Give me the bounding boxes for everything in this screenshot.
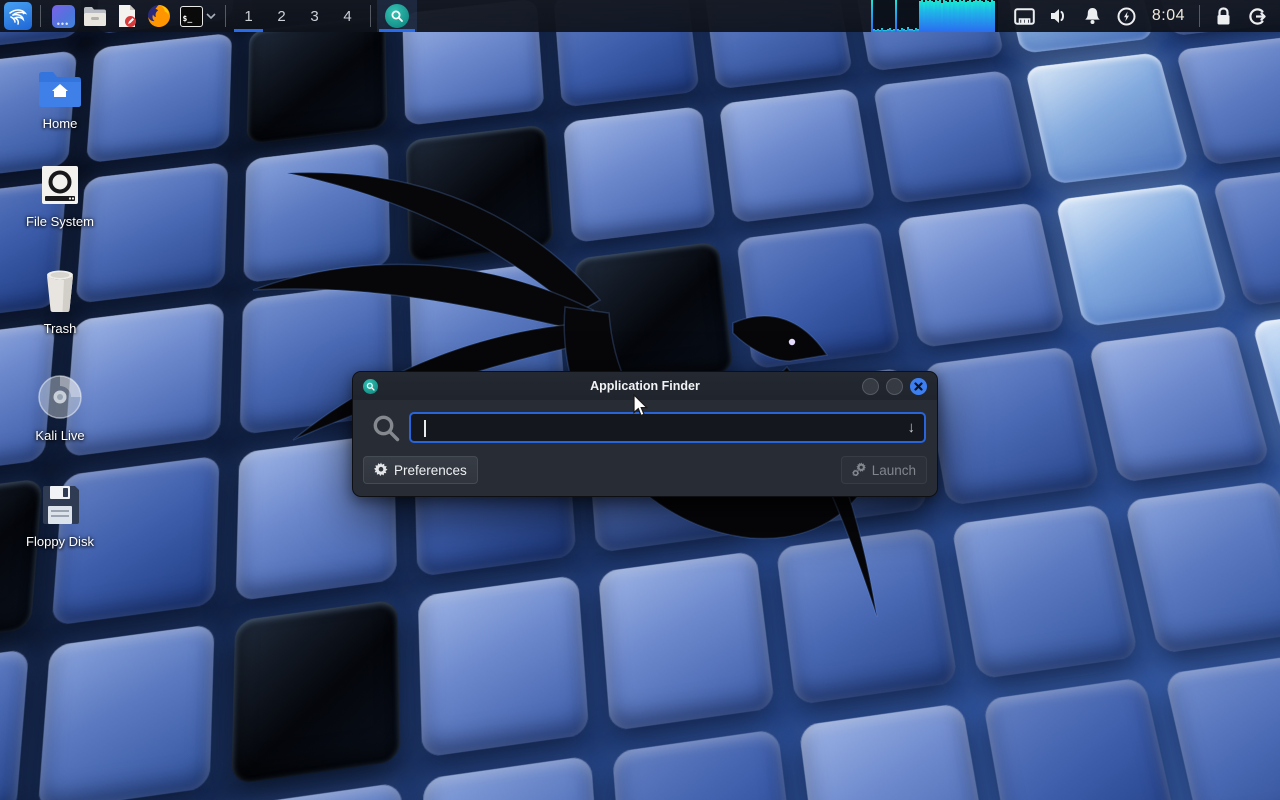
desktop-icon-label: Floppy Disk [26, 534, 94, 549]
wallpaper-cube [1175, 34, 1280, 166]
cpu-graph[interactable] [870, 0, 998, 32]
app-finder-icon [385, 4, 409, 28]
wallpaper-cube [1163, 651, 1280, 800]
wallpaper-cube [951, 503, 1139, 680]
taskbar-app-finder[interactable] [377, 0, 417, 32]
launch-gears-icon [851, 462, 866, 478]
wallpaper-cube [611, 728, 799, 800]
dropdown-arrow-icon[interactable]: ↓ [908, 419, 925, 436]
folder-icon [84, 7, 106, 26]
gear-icon [374, 462, 388, 478]
preferences-button[interactable]: Preferences [363, 456, 478, 484]
launch-label: Launch [871, 462, 916, 478]
volume-icon[interactable] [1042, 0, 1076, 32]
kali-dragon-icon [4, 2, 32, 30]
floppy-icon [12, 476, 108, 526]
wallpaper-cube [422, 755, 604, 800]
wallpaper-cube [37, 623, 215, 800]
application-finder-window: Application Finder ↓ Preferences Launch [352, 371, 938, 497]
trash-icon [12, 263, 108, 313]
desktop-icon-label: Home [42, 116, 78, 131]
minimize-button[interactable] [862, 377, 879, 395]
launcher-xfdashboard[interactable]: ••• [47, 0, 79, 32]
workspace-3[interactable]: 3 [298, 0, 331, 32]
panel-separator [40, 5, 41, 27]
launcher-firefox[interactable] [143, 0, 175, 32]
terminal-dropdown-chevron[interactable] [203, 0, 219, 32]
workspace-1[interactable]: 1 [232, 0, 265, 32]
panel-separator [1199, 5, 1200, 27]
wallpaper-cube [798, 702, 992, 800]
desktop-icon-label: File System [26, 214, 94, 229]
close-button[interactable] [910, 377, 927, 395]
mouse-cursor [633, 394, 648, 417]
firefox-icon [148, 5, 170, 27]
workspace-4-label: 4 [343, 7, 352, 25]
desktop-icon-label: Kali Live [35, 428, 85, 443]
terminal-icon: $_ [179, 5, 203, 27]
top-panel: ••• $_ 1 2 3 4 8:04 [0, 0, 1280, 32]
panel-separator [225, 5, 226, 27]
wallpaper-cube [1088, 325, 1271, 483]
search-icon [363, 413, 409, 443]
kali-menu-button[interactable] [2, 0, 34, 32]
desktop-icon-floppy-disk[interactable]: Floppy Disk [12, 476, 108, 549]
ethernet-icon[interactable] [1008, 0, 1042, 32]
disc-icon [12, 370, 108, 420]
wallpaper-cube [0, 648, 30, 800]
wallpaper-cube [1055, 182, 1229, 327]
desktop-root: ••• $_ 1 2 3 4 8:04 Home File System Tra… [0, 0, 1280, 800]
wallpaper-cube [226, 782, 406, 800]
panel-separator [370, 5, 371, 27]
desktop-icon-trash[interactable]: Trash [12, 263, 108, 336]
desktop-icon-label: Trash [43, 321, 77, 336]
power-manager-icon[interactable] [1110, 0, 1144, 32]
launch-button[interactable]: Launch [840, 456, 927, 484]
workspace-4[interactable]: 4 [331, 0, 364, 32]
wallpaper-cube [922, 346, 1101, 506]
wallpaper-cube [1024, 52, 1190, 185]
preferences-label: Preferences [394, 462, 467, 478]
workspace-3-label: 3 [310, 7, 319, 25]
desktop-icon-file-system[interactable]: File System [12, 156, 108, 229]
close-icon [914, 381, 923, 391]
desktop-icon-home[interactable]: Home [12, 58, 108, 131]
system-tray: 8:04 [998, 0, 1280, 32]
dragon-eye [788, 338, 796, 346]
desktop-icon-kali-live[interactable]: Kali Live [12, 370, 108, 443]
workspace-1-label: 1 [244, 7, 253, 25]
workspace-2[interactable]: 2 [265, 0, 298, 32]
maximize-button[interactable] [886, 377, 903, 395]
window-title: Application Finder [590, 379, 700, 393]
wallpaper-cube [1124, 480, 1280, 654]
launcher-text-editor[interactable] [111, 0, 143, 32]
search-input[interactable]: ↓ [409, 412, 926, 443]
document-edit-icon [119, 5, 136, 27]
drive-icon [12, 156, 108, 206]
launcher-file-manager[interactable] [79, 0, 111, 32]
lock-screen-icon[interactable] [1206, 0, 1240, 32]
log-out-icon[interactable] [1240, 0, 1274, 32]
dashboard-icon: ••• [51, 4, 75, 28]
clock[interactable]: 8:04 [1144, 7, 1193, 25]
home-folder-icon [12, 58, 108, 108]
notifications-bell-icon[interactable] [1076, 0, 1110, 32]
text-caret [424, 420, 426, 437]
wallpaper-cube [982, 677, 1182, 800]
workspace-2-label: 2 [277, 7, 286, 25]
